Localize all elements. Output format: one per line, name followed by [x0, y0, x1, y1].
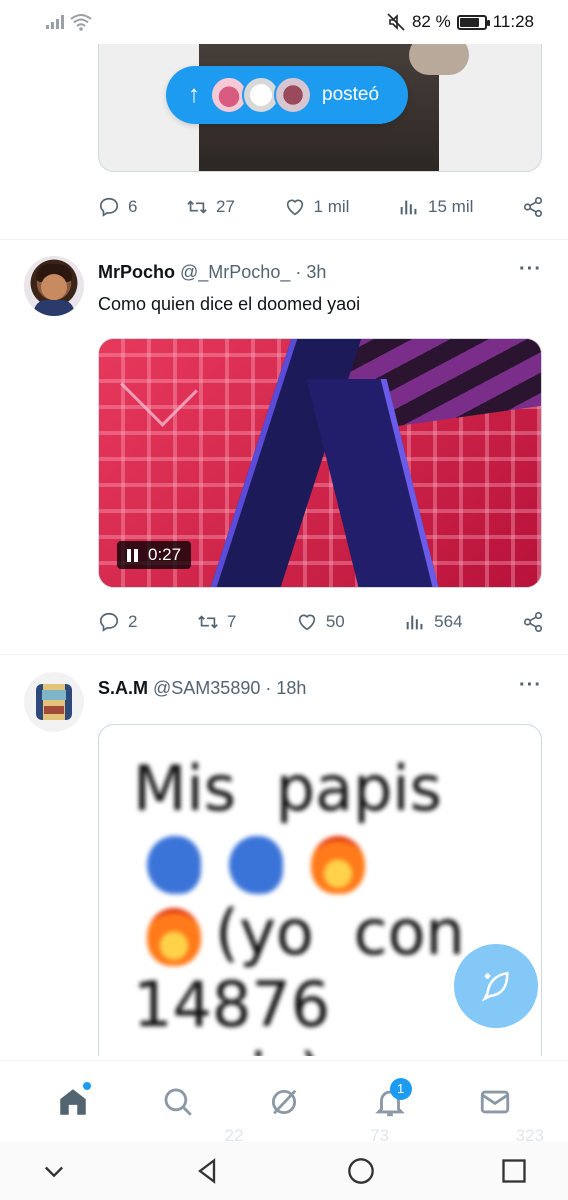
repost-button[interactable]: 7 [197, 611, 236, 633]
share-icon [523, 612, 543, 632]
like-button[interactable]: 1 mil [284, 196, 350, 218]
avatar [274, 76, 312, 114]
status-right: 82 % 11:28 [386, 12, 534, 32]
wifi-icon [70, 14, 92, 31]
heart-icon [286, 199, 303, 216]
repost-button[interactable]: 27 [186, 196, 235, 218]
avatar[interactable] [24, 672, 84, 732]
fire-icon [311, 835, 365, 894]
search-icon [164, 1088, 193, 1116]
reply-button[interactable]: 2 [98, 611, 137, 633]
battery-icon [456, 14, 490, 30]
battery-percent: 82 % [411, 12, 451, 31]
tweet-header: S.A.M @SAM35890 · 18h ··· [98, 675, 542, 700]
repost-count: 7 [226, 612, 237, 631]
status-left [46, 13, 92, 31]
compose-post-button[interactable] [454, 944, 538, 1028]
views-button[interactable]: 564 [404, 611, 463, 633]
video-time: 0:27 [148, 545, 182, 564]
bottom-navigation: 1 [0, 1060, 568, 1142]
new-content-dot [82, 1081, 91, 1090]
tweet-video[interactable]: 0:27 [98, 338, 542, 588]
home-button[interactable] [341, 1151, 381, 1191]
new-posts-pill[interactable]: ↑ posteó [166, 66, 408, 124]
divider [0, 654, 568, 655]
recents-square-icon [502, 1159, 526, 1183]
repost-icon [187, 200, 207, 214]
heart-icon [298, 614, 315, 631]
like-count: 50 [325, 612, 345, 631]
separator: · [295, 261, 302, 282]
timestamp[interactable]: 18h [276, 678, 306, 699]
views-icon [400, 200, 417, 215]
back-triangle-icon [198, 1158, 216, 1184]
home-icon [60, 1088, 86, 1115]
grok-icon [271, 1089, 297, 1114]
tweet-actions: 6 27 1 mil 15 mil [98, 192, 544, 222]
reply-icon [99, 197, 119, 217]
reply-icon [99, 612, 119, 632]
share-icon [523, 197, 543, 217]
video-time-badge[interactable]: 0:27 [117, 541, 192, 569]
share-button[interactable] [522, 611, 544, 633]
views-icon [406, 615, 423, 630]
mail-icon [481, 1090, 510, 1113]
reply-count: 6 [128, 197, 138, 216]
views-count: 15 mil [428, 197, 474, 216]
speaking-head-icon [229, 835, 283, 894]
separator: · [265, 677, 272, 698]
reply-button[interactable]: 6 [98, 196, 137, 218]
nav-messages[interactable] [465, 1072, 525, 1132]
signal-icon [46, 15, 64, 29]
like-button[interactable]: 50 [296, 611, 345, 633]
nav-notifications[interactable]: 1 [360, 1072, 420, 1132]
system-navigation-bar [0, 1142, 568, 1200]
speaking-head-icon [147, 835, 201, 894]
reply-count: 2 [128, 612, 138, 631]
image-text: Mis papis [133, 752, 442, 825]
like-count: 1 mil [313, 197, 350, 216]
more-options-icon[interactable]: ··· [519, 259, 542, 279]
avatar[interactable] [24, 256, 84, 316]
hide-nav-button[interactable] [34, 1151, 74, 1191]
chevron-down-icon [45, 1166, 63, 1178]
fire-icon [147, 907, 201, 966]
nav-search[interactable] [148, 1072, 208, 1132]
status-bar: 82 % 11:28 [0, 0, 568, 44]
clock: 11:28 [492, 12, 534, 31]
home-circle-icon [347, 1158, 374, 1184]
more-options-icon[interactable]: ··· [519, 675, 542, 695]
repost-count: 27 [216, 197, 235, 216]
views-button[interactable]: 15 mil [398, 196, 473, 218]
handle[interactable]: @_MrPocho_ [180, 262, 290, 283]
timestamp[interactable]: 3h [306, 262, 326, 283]
nav-home[interactable] [43, 1072, 103, 1132]
display-name[interactable]: S.A.M [98, 678, 148, 699]
arrow-up-icon: ↑ [188, 81, 200, 108]
views-count: 564 [434, 612, 463, 631]
pause-icon[interactable] [127, 548, 138, 562]
timeline-feed[interactable]: 6 27 1 mil 15 mil MrPocho @_MrPocho_ · 3… [0, 44, 568, 1056]
share-button[interactable] [522, 196, 544, 218]
tweet-actions: 2 7 50 564 [98, 607, 544, 637]
nav-grok[interactable] [254, 1072, 314, 1132]
compose-feather-icon [481, 971, 509, 1002]
notification-badge: 1 [389, 1077, 412, 1100]
repost-icon [198, 615, 218, 629]
back-button[interactable] [187, 1151, 227, 1191]
pill-avatars [210, 76, 312, 114]
mute-icon [387, 13, 405, 31]
tweet-text: Como quien dice el doomed yaoi [98, 294, 361, 314]
display-name[interactable]: MrPocho [98, 262, 175, 283]
image-text: (yo con [215, 896, 465, 969]
divider [0, 239, 568, 240]
tweet-header: MrPocho @_MrPocho_ · 3h ··· [98, 259, 542, 284]
image-text: 14876 papis) [133, 968, 331, 1057]
new-posts-label: posteó [322, 84, 380, 105]
handle[interactable]: @SAM35890 [153, 678, 260, 699]
recents-button[interactable] [494, 1151, 534, 1191]
